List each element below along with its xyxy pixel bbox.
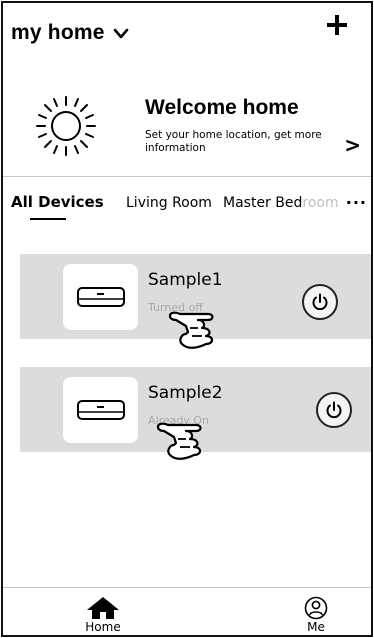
device-name: Sample2 [148,383,223,403]
tab-master-bedroom[interactable]: Master Bedroom [223,195,339,211]
power-button[interactable] [302,284,338,320]
welcome-title: Welcome home [145,96,299,119]
air-conditioner-icon [77,400,125,420]
power-icon [312,293,328,311]
device-thumbnail [63,377,138,443]
welcome-subtitle: Set your home location, get more informa… [145,129,322,154]
tab-living-room[interactable]: Living Room [126,195,212,211]
device-thumbnail [63,264,138,330]
nav-home[interactable]: Home [73,596,133,634]
nav-home-label: Home [85,620,121,634]
welcome-banner[interactable]: Welcome home Set your home location, get… [3,81,371,171]
pointing-hand-icon [156,422,202,460]
home-selector[interactable]: my home [11,21,129,45]
user-icon [304,596,328,620]
device-name: Sample1 [148,270,223,290]
chevron-down-icon [113,28,128,39]
tab-label: Master Bed [223,195,303,211]
header: my home [3,3,371,53]
nav-me[interactable]: Me [286,596,346,634]
sun-icon [36,96,96,156]
more-icon[interactable]: ··· [346,193,367,212]
plus-icon[interactable] [325,13,349,37]
device-card[interactable]: Sample2 Already On [20,367,371,460]
power-icon [326,401,342,419]
tab-all-devices[interactable]: All Devices [11,193,104,211]
air-conditioner-icon [77,287,125,307]
chevron-right-icon[interactable]: > [344,133,361,157]
home-icon [87,597,119,619]
app-screen: my home Welcome home Set your home locat… [1,1,373,637]
active-tab-indicator [30,218,66,220]
pointing-hand-icon [168,311,214,349]
tab-label-faded: room [302,195,339,211]
home-title: my home [11,21,105,44]
nav-me-label: Me [307,620,325,634]
bottom-nav: Home Me [3,587,371,635]
room-tabs: All Devices Living Room Master Bedroom ·… [3,189,371,229]
power-button[interactable] [316,392,352,428]
divider [3,176,371,177]
device-card[interactable]: Sample1 Turned off [20,254,371,349]
